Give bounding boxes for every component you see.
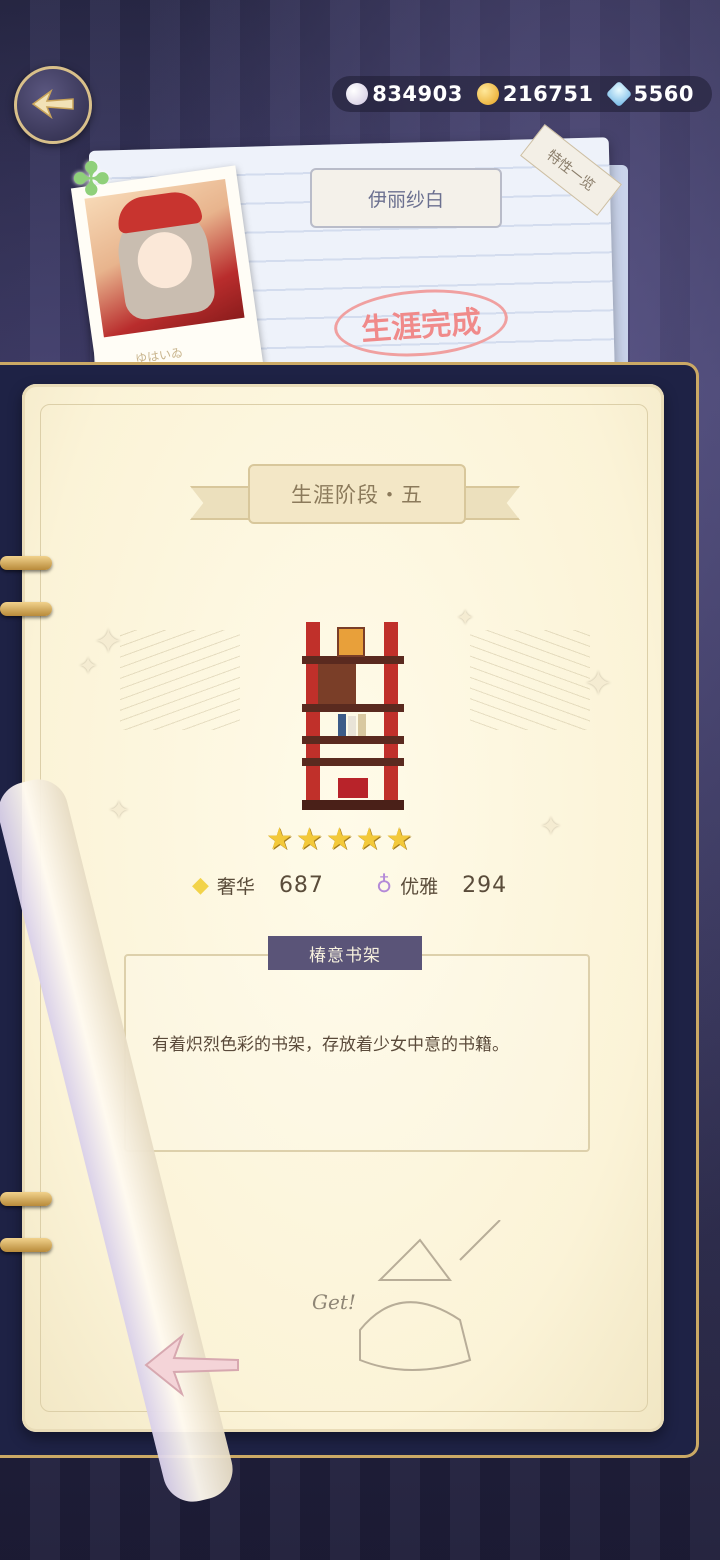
gold-amount: 216751 xyxy=(502,82,594,106)
star-icon: ★ xyxy=(385,822,413,857)
bookshelf-item-image xyxy=(302,622,404,810)
sketch-get-text: Get! xyxy=(312,1290,356,1314)
binder-ring xyxy=(0,602,52,616)
swan-icon: ♁ xyxy=(376,873,393,898)
sparkle-icon: ✦ xyxy=(108,796,130,826)
star-icon: ★ xyxy=(295,822,323,857)
item-name: 椿意书架 xyxy=(268,936,422,970)
binder-ring xyxy=(0,1192,52,1206)
crystal-icon xyxy=(605,80,632,108)
item-description: 有着炽烈色彩的书架，存放着少女中意的书籍。 xyxy=(152,1035,509,1055)
attribute-value: 294 xyxy=(462,873,508,898)
sparkle-icon: ✦ xyxy=(456,606,475,631)
pearl-icon xyxy=(346,83,369,105)
star-icon: ★ xyxy=(266,822,293,857)
currency-pearl[interactable]: 834903 xyxy=(346,82,463,106)
diamond-icon: ◆ xyxy=(192,873,209,898)
attribute-luxury: ◆ 奢华 687 xyxy=(192,872,324,899)
attribute-label: 优雅 xyxy=(400,876,439,898)
sparkle-icon: ✦ xyxy=(584,664,613,704)
star-icon: ★ xyxy=(355,822,383,857)
stage-ribbon: 生涯阶段・五 xyxy=(190,464,520,528)
rarity-stars: ★ ★ ★ ★ ★ xyxy=(266,822,413,857)
crystal-amount: 5560 xyxy=(633,82,694,106)
clover-icon: ✤ xyxy=(72,152,111,206)
light-rays xyxy=(470,630,590,730)
star-icon: ★ xyxy=(325,822,353,857)
light-rays xyxy=(120,630,240,730)
currency-bar: 834903 216751 5560 xyxy=(332,76,712,112)
currency-crystal[interactable]: 5560 xyxy=(605,80,694,108)
binder-ring xyxy=(0,556,52,570)
attribute-elegance: ♁ 优雅 294 xyxy=(376,872,507,899)
sparkle-icon: ✦ xyxy=(94,622,123,662)
prev-page-arrow[interactable] xyxy=(142,1330,242,1400)
stage-title: 生涯阶段・五 xyxy=(248,464,466,524)
sparkle-icon: ✦ xyxy=(78,652,99,680)
attribute-value: 687 xyxy=(278,873,324,898)
binder-ring xyxy=(0,1238,52,1252)
character-name: 伊丽纱白 xyxy=(310,168,502,228)
sparkle-icon: ✦ xyxy=(540,812,562,842)
gold-coin-icon xyxy=(476,83,499,105)
attribute-label: 奢华 xyxy=(216,876,255,898)
currency-gold[interactable]: 216751 xyxy=(476,82,594,106)
back-button[interactable] xyxy=(14,66,92,144)
back-arrow-icon xyxy=(31,89,74,119)
pearl-amount: 834903 xyxy=(372,82,463,106)
